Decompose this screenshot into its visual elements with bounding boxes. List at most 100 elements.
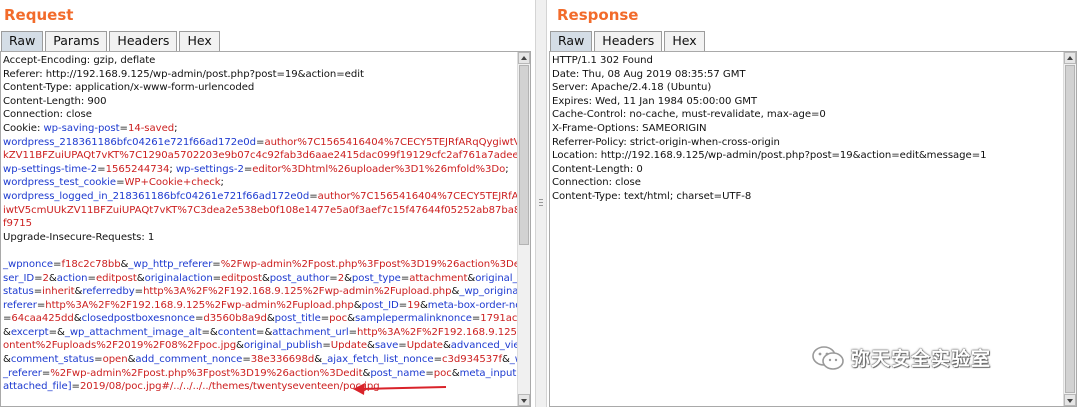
param-value: WP+Cookie+check <box>124 177 221 189</box>
response-line: Content-Length: 0 <box>552 163 643 175</box>
request-line: Cookie: wp-saving-post=14-saved; <box>3 122 530 136</box>
param-name: wp-settings-2 <box>175 163 244 175</box>
param-value: poc <box>329 313 348 325</box>
request-line: wordpress_218361186bfc04261e721f66ad172e… <box>3 136 530 150</box>
request-line: Upgrade-Insecure-Requests: 1 <box>3 231 530 245</box>
response-raw-text[interactable]: HTTP/1.1 302 Found Date: Thu, 08 Aug 2019… <box>552 54 987 204</box>
request-line <box>3 244 530 258</box>
param-value: 38e336698d <box>250 354 315 366</box>
text-segment: ; <box>505 163 509 175</box>
request-tab-params[interactable]: Params <box>45 31 108 51</box>
text-segment: =& <box>201 326 218 338</box>
param-name: attached_file] <box>3 381 72 393</box>
arrow-up-icon <box>1067 56 1073 60</box>
response-line: Connection: close <box>552 177 641 189</box>
param-name: content <box>217 326 257 338</box>
response-line: Cache-Control: no-cache, must-revalidate… <box>552 109 826 121</box>
request-tab-hex[interactable]: Hex <box>179 31 220 51</box>
text-segment: & <box>501 354 510 366</box>
scroll-down-button[interactable] <box>518 394 530 406</box>
scroll-thumb[interactable] <box>1065 65 1075 393</box>
watermark: 弥天安全实验室 <box>811 344 991 371</box>
text-segment: = <box>425 367 434 379</box>
param-value: editpost <box>95 272 137 284</box>
request-line: iwtV5cmUUkZV11BFZuiUPAQt7vKT%7C3dea2e538… <box>3 204 530 218</box>
text-segment: = <box>34 272 43 284</box>
param-name: save <box>374 340 399 352</box>
request-scrollbar[interactable] <box>517 52 530 406</box>
request-line: Content-Length: 900 <box>3 95 530 109</box>
request-line: status=inherit&referredby=http%3A%2F%2F1… <box>3 285 530 299</box>
response-tab-hex[interactable]: Hex <box>664 31 705 51</box>
text-segment: Upgrade-Insecure-Requests: 1 <box>3 231 155 243</box>
wechat-icon <box>812 345 844 370</box>
text-segment: = <box>320 313 330 325</box>
text-segment: = <box>400 272 410 284</box>
param-name: comment_status <box>10 354 95 366</box>
text-segment: & <box>73 313 82 325</box>
scroll-down-button[interactable] <box>1064 394 1076 406</box>
split-pane-divider[interactable] <box>535 0 547 407</box>
request-tabs: Raw Params Headers Hex <box>1 31 222 51</box>
param-name: closedpostboxesnonce <box>81 313 195 325</box>
scroll-thumb[interactable] <box>519 65 529 245</box>
response-line: Expires: Wed, 11 Jan 1984 05:00:00 GMT <box>552 95 758 107</box>
request-line: wp-settings-time-2=1565244734; wp-settin… <box>3 163 530 177</box>
text-segment: Content-Length: 900 <box>3 95 107 107</box>
request-tab-headers[interactable]: Headers <box>109 31 178 51</box>
request-raw-text[interactable]: Accept-Encoding: gzip, deflate Referer: h… <box>3 54 531 394</box>
param-value: c3d934537f <box>441 354 502 366</box>
text-segment: Connection: close <box>3 109 92 121</box>
text-segment: Content-Type: application/x-www-form-url… <box>3 82 255 94</box>
param-value: 1565244734 <box>105 163 170 175</box>
request-tab-raw[interactable]: Raw <box>1 31 44 51</box>
param-name: samplepermalinknonce <box>354 313 472 325</box>
response-line: X-Frame-Options: SAMEORIGIN <box>552 122 707 134</box>
request-line: kZV11BFZuiUPAQt7vKT%7C1290a5702203e9b07c… <box>3 149 530 163</box>
text-segment: = <box>71 381 80 393</box>
request-title: Request <box>4 6 74 24</box>
response-title: Response <box>557 6 639 24</box>
text-segment: = <box>134 286 144 298</box>
response-line: Server: Apache/2.4.18 (Ubuntu) <box>552 82 712 94</box>
param-value: poc <box>433 367 452 379</box>
arrow-down-icon <box>1067 399 1073 403</box>
request-line: Referer: http://192.168.9.125/wp-admin/p… <box>3 68 530 82</box>
annotation-arrow-icon <box>353 383 447 395</box>
request-editor[interactable]: Accept-Encoding: gzip, deflate Referer: h… <box>0 51 531 407</box>
divider-grip <box>539 205 543 206</box>
text-segment: = <box>33 286 43 298</box>
param-name: _referer <box>3 367 42 379</box>
param-value: 64caa425dd <box>11 313 74 325</box>
param-value: open <box>102 354 128 366</box>
response-tabs: Raw Headers Hex <box>550 31 707 51</box>
response-tab-raw[interactable]: Raw <box>550 31 593 51</box>
scroll-up-button[interactable] <box>518 52 530 64</box>
text-segment: = <box>322 340 331 352</box>
text-segment: Accept-Encoding: gzip, deflate <box>3 55 156 66</box>
param-name: post_name <box>370 367 426 379</box>
text-segment: & <box>3 326 11 338</box>
param-name: post_type <box>351 272 401 284</box>
param-value: editpost <box>221 272 262 284</box>
param-name: wp-saving-post <box>43 122 120 134</box>
param-value: %2Fwp-admin%2Fpost.php%3Fpost%3D19%26act… <box>50 367 363 379</box>
text-segment: & <box>266 313 275 325</box>
response-tab-headers[interactable]: Headers <box>594 31 663 51</box>
param-name: excerpt <box>10 326 49 338</box>
request-line: wordpress_logged_in_218361186bfc04261e72… <box>3 190 530 204</box>
text-segment: = <box>97 163 106 175</box>
text-segment: & <box>451 367 460 379</box>
text-segment: & <box>48 272 57 284</box>
param-name: meta-box-order-nonce <box>427 299 531 311</box>
scroll-up-button[interactable] <box>1064 52 1076 64</box>
param-name: attachment_url <box>272 326 349 338</box>
param-value: 14-saved <box>127 122 175 134</box>
param-name: _wp_attachment_image_alt <box>64 326 202 338</box>
response-line: Content-Type: text/html; charset=UTF-8 <box>552 190 752 202</box>
text-segment: =& <box>256 326 273 338</box>
param-name: wordpress_218361186bfc04261e721f66ad172e… <box>3 136 257 148</box>
param-value: 19 <box>407 299 420 311</box>
response-scrollbar[interactable] <box>1063 52 1076 406</box>
arrow-up-icon <box>521 56 527 60</box>
